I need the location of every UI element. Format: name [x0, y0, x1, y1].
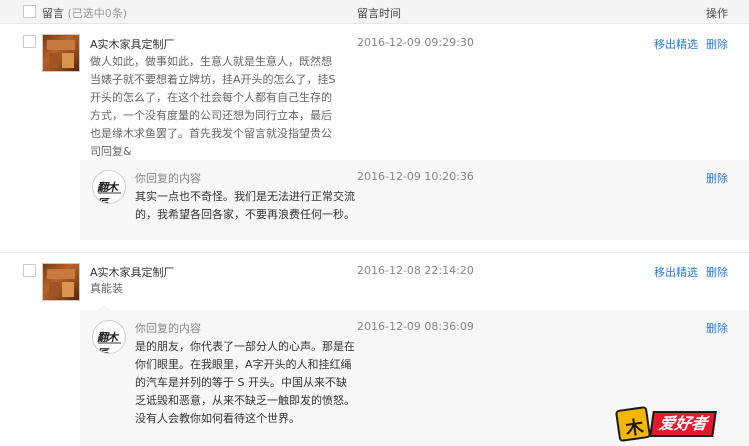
header-message-label: 留言 — [42, 7, 64, 20]
reply-content: 是的朋友，你代表了一部分人的心声。那是在你们眼里。在我眼里，A字开头的人和挂红绳… — [135, 340, 355, 425]
author-avatar — [42, 34, 80, 72]
message-content: 真能装 — [90, 282, 123, 295]
message-checkbox[interactable] — [23, 35, 36, 48]
reply-time: 2016-12-09 08:36:09 — [357, 320, 474, 333]
message-checkbox[interactable] — [23, 264, 36, 277]
header-message-column: 留言 (已选中0条) — [42, 5, 127, 21]
reply-label: 你回复的内容 — [135, 322, 201, 335]
reply-content: 其实一点也不奇怪。我们是无法进行正常交流的，我希望各回各家，不要再浪费任何一秒。 — [135, 190, 355, 221]
author-avatar — [42, 263, 80, 301]
select-all-checkbox[interactable] — [23, 5, 36, 18]
remove-featured-link[interactable]: 移出精选 — [654, 264, 698, 280]
watermark-text: 爱好者 — [649, 411, 717, 437]
table-header: 留言 (已选中0条) 留言时间 操作 — [0, 0, 749, 24]
watermark-logo: 木 爱好者 — [614, 405, 737, 443]
delete-reply-link[interactable]: 删除 — [706, 170, 728, 186]
message-time: 2016-12-08 22:14:20 — [357, 264, 474, 277]
header-ops-column: 操作 — [706, 7, 728, 20]
watermark-badge: 木 — [614, 405, 652, 443]
reply-time: 2016-12-09 10:20:36 — [357, 170, 474, 183]
reply-avatar: 翻木匠 — [92, 170, 126, 204]
message-author: A实木家具定制厂 — [90, 38, 175, 51]
delete-message-link[interactable]: 删除 — [706, 36, 728, 52]
header-time-column: 留言时间 — [357, 7, 401, 20]
reply-box: 翻木匠 你回复的内容 其实一点也不奇怪。我们是无法进行正常交流的，我希望各回各家… — [80, 154, 749, 240]
delete-message-link[interactable]: 删除 — [706, 264, 728, 280]
delete-reply-link[interactable]: 删除 — [706, 320, 728, 336]
message-time: 2016-12-09 09:29:30 — [357, 36, 474, 49]
message-content: 做人如此，做事如此，生意人就是生意人，既然想当婊子就不要想着立牌坊，挂A开头的怎… — [90, 55, 336, 158]
message-item: A实木家具定制厂 做人如此，做事如此，生意人就是生意人，既然想当婊子就不要想着立… — [0, 24, 749, 250]
header-selected-count: (已选中0条) — [67, 7, 128, 20]
message-author: A实木家具定制厂 — [90, 266, 175, 279]
reply-label: 你回复的内容 — [135, 172, 201, 185]
reply-avatar: 翻木匠 — [92, 320, 126, 354]
remove-featured-link[interactable]: 移出精选 — [654, 36, 698, 52]
